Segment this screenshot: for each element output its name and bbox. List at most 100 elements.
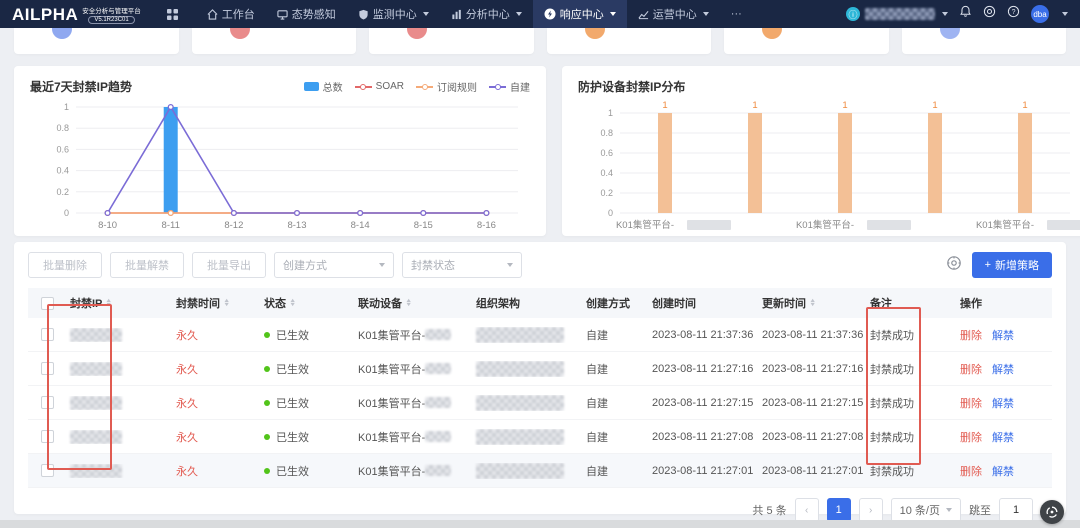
batch-delete-button[interactable]: 批量删除 bbox=[28, 252, 102, 278]
menu-item-more[interactable]: ··· bbox=[720, 0, 753, 28]
legend-item-total[interactable]: 总数 bbox=[304, 79, 343, 94]
sort-icon[interactable]: ▲▼ bbox=[224, 299, 229, 307]
svg-text:8-12: 8-12 bbox=[224, 220, 243, 231]
prev-page-button[interactable]: ‹ bbox=[795, 498, 819, 522]
sort-icon[interactable]: ▲▼ bbox=[406, 299, 411, 307]
unban-link[interactable]: 解禁 bbox=[992, 327, 1014, 343]
delete-link[interactable]: 删除 bbox=[960, 361, 982, 377]
table-toolbar: 批量删除 批量解禁 批量导出 创建方式 封禁状态 + 新增策略 bbox=[28, 252, 1052, 278]
legend-item-subscription[interactable]: 订阅规则 bbox=[416, 79, 477, 94]
unban-link[interactable]: 解禁 bbox=[992, 361, 1014, 377]
svg-text:1: 1 bbox=[842, 100, 847, 111]
row-checkbox[interactable] bbox=[41, 396, 54, 409]
monitor-icon bbox=[277, 9, 288, 20]
username-redacted bbox=[865, 8, 935, 20]
column-header-3[interactable]: 状态▲▼ bbox=[260, 295, 354, 311]
page-1-button[interactable]: 1 bbox=[827, 498, 851, 522]
target-icon[interactable] bbox=[983, 5, 996, 23]
floating-assistant-button[interactable] bbox=[1040, 500, 1064, 524]
cell-update-time: 2023-08-11 21:27:01 bbox=[758, 465, 866, 477]
table-row: 永久已生效K01集管平台-自建2023-08-11 21:27:012023-0… bbox=[28, 454, 1052, 488]
legend-marker bbox=[355, 86, 372, 88]
delete-link[interactable]: 删除 bbox=[960, 429, 982, 445]
cell-create-time: 2023-08-11 21:27:08 bbox=[648, 431, 758, 443]
total-count: 共 5 条 bbox=[752, 502, 786, 518]
status-dot-icon bbox=[264, 400, 270, 406]
cell-status: 已生效 bbox=[260, 429, 354, 445]
svg-text:8-16: 8-16 bbox=[477, 220, 496, 231]
menu-item-operations[interactable]: 运营中心 bbox=[627, 0, 720, 28]
trend-icon bbox=[638, 9, 649, 20]
response-icon bbox=[544, 8, 556, 20]
create-method-select[interactable]: 创建方式 bbox=[274, 252, 394, 278]
stat-card bbox=[369, 28, 534, 54]
row-checkbox-cell bbox=[28, 328, 66, 341]
column-header-4[interactable]: 联动设备▲▼ bbox=[354, 295, 472, 311]
batch-export-button[interactable]: 批量导出 bbox=[192, 252, 266, 278]
next-page-button[interactable]: › bbox=[859, 498, 883, 522]
gear-icon[interactable] bbox=[946, 255, 962, 276]
table-row: 永久已生效K01集管平台-自建2023-08-11 21:27:152023-0… bbox=[28, 386, 1052, 420]
select-all-checkbox[interactable] bbox=[41, 297, 54, 310]
jump-page-input[interactable] bbox=[999, 498, 1033, 522]
svg-text:1: 1 bbox=[608, 108, 613, 118]
cell-ban-duration: 永久 bbox=[172, 429, 260, 445]
row-checkbox[interactable] bbox=[41, 464, 54, 477]
version-badge: V5.1R23C01 bbox=[88, 16, 134, 24]
redacted-content bbox=[425, 397, 451, 408]
redacted-content bbox=[70, 328, 122, 342]
cell-status: 已生效 bbox=[260, 463, 354, 479]
cell-operations: 删除解禁 bbox=[956, 327, 1052, 343]
cell-create-time: 2023-08-11 21:37:36 bbox=[648, 329, 758, 341]
menu-item-monitoring[interactable]: 监测中心 bbox=[347, 0, 440, 28]
menu-item-workbench[interactable]: 工作台 bbox=[196, 0, 266, 28]
notification-bell-icon[interactable] bbox=[959, 5, 972, 23]
legend-item-selfbuilt[interactable]: 自建 bbox=[489, 79, 530, 94]
column-header-8[interactable]: 更新时间▲▼ bbox=[758, 295, 866, 311]
redacted-content bbox=[476, 361, 564, 377]
row-checkbox[interactable] bbox=[41, 328, 54, 341]
delete-link[interactable]: 删除 bbox=[960, 327, 982, 343]
apps-grid-icon[interactable] bbox=[167, 9, 178, 20]
nav-right: ⓘ ? dba bbox=[846, 5, 1068, 23]
delete-link[interactable]: 删除 bbox=[960, 463, 982, 479]
sort-icon[interactable]: ▲▼ bbox=[106, 299, 111, 307]
unban-link[interactable]: 解禁 bbox=[992, 463, 1014, 479]
cell-organization bbox=[472, 395, 582, 411]
cell-create-method: 自建 bbox=[582, 327, 648, 343]
row-checkbox[interactable] bbox=[41, 430, 54, 443]
unban-link[interactable]: 解禁 bbox=[992, 395, 1014, 411]
legend-item-soar[interactable]: SOAR bbox=[355, 81, 404, 92]
role-badge[interactable]: dba bbox=[1031, 5, 1049, 23]
chevron-down-icon bbox=[703, 12, 709, 16]
svg-text:0.2: 0.2 bbox=[600, 188, 613, 198]
ban-status-select[interactable]: 封禁状态 bbox=[402, 252, 522, 278]
sort-icon[interactable]: ▲▼ bbox=[810, 299, 815, 307]
menu-item-analysis[interactable]: 分析中心 bbox=[440, 0, 533, 28]
unban-link[interactable]: 解禁 bbox=[992, 429, 1014, 445]
column-header-1[interactable]: 封禁IP▲▼ bbox=[66, 295, 172, 311]
sort-icon[interactable]: ▲▼ bbox=[290, 299, 295, 307]
distribution-chart-title: 防护设备封禁IP分布 bbox=[578, 78, 1080, 95]
add-policy-button[interactable]: + 新增策略 bbox=[972, 252, 1052, 278]
menu-item-situation[interactable]: 态势感知 bbox=[266, 0, 347, 28]
menu-item-response[interactable]: 响应中心 bbox=[533, 0, 627, 28]
user-chip[interactable]: ⓘ bbox=[846, 7, 948, 21]
delete-link[interactable]: 删除 bbox=[960, 395, 982, 411]
column-header-2[interactable]: 封禁时间▲▼ bbox=[172, 295, 260, 311]
cell-update-time: 2023-08-11 21:27:08 bbox=[758, 431, 866, 443]
chevron-down-icon[interactable] bbox=[1062, 12, 1068, 16]
cell-create-time: 2023-08-11 21:27:15 bbox=[648, 397, 758, 409]
shield-icon bbox=[358, 9, 369, 20]
page-size-select[interactable]: 10 条/页 bbox=[891, 498, 961, 522]
top-nav: AILPHA 安全分析与管理平台 V5.1R23C01 工作台 态势感知 监测中… bbox=[0, 0, 1080, 28]
cell-update-time: 2023-08-11 21:27:16 bbox=[758, 363, 866, 375]
svg-text:8-14: 8-14 bbox=[351, 220, 370, 231]
page-bottom-edge bbox=[0, 520, 1080, 528]
batch-unban-button[interactable]: 批量解禁 bbox=[110, 252, 184, 278]
help-icon[interactable]: ? bbox=[1007, 5, 1020, 23]
svg-text:K01集管平台-: K01集管平台- bbox=[796, 219, 854, 231]
row-checkbox[interactable] bbox=[41, 362, 54, 375]
redacted-content bbox=[425, 363, 451, 374]
cell-remark: 封禁成功 bbox=[866, 395, 956, 411]
